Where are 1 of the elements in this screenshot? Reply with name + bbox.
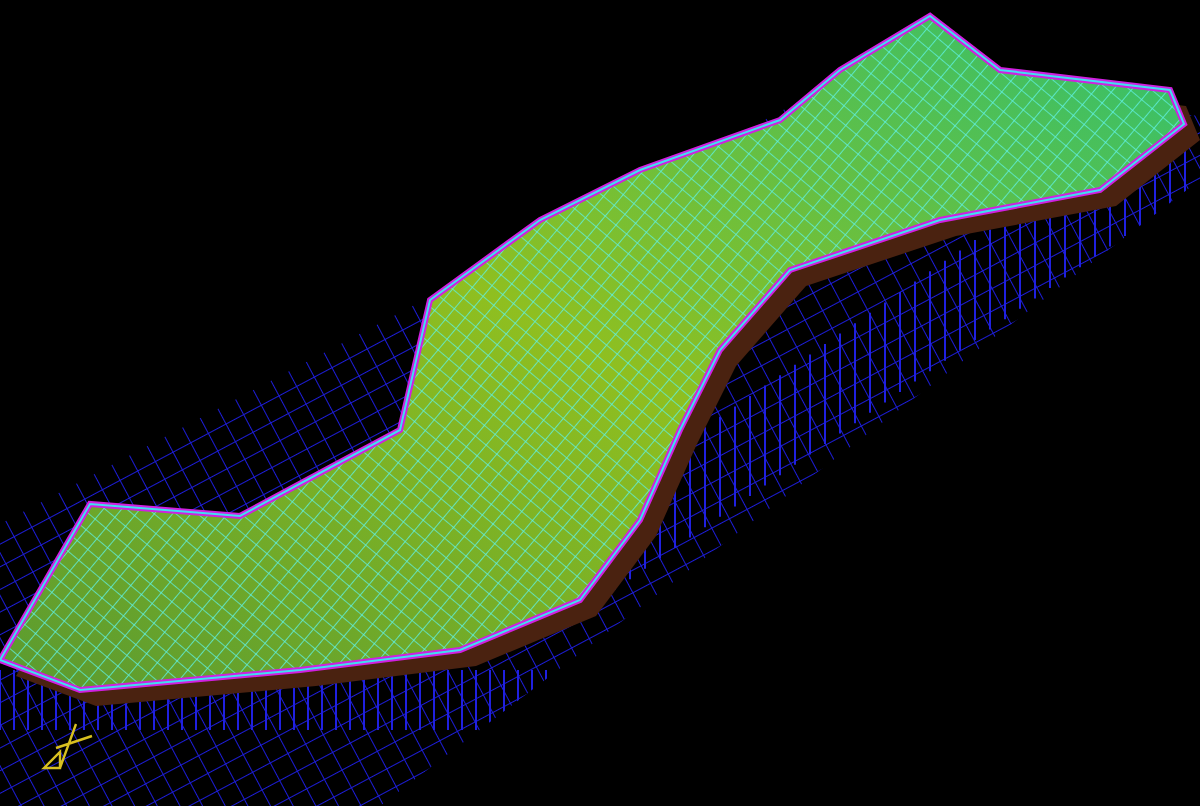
axis-icon bbox=[42, 722, 94, 770]
